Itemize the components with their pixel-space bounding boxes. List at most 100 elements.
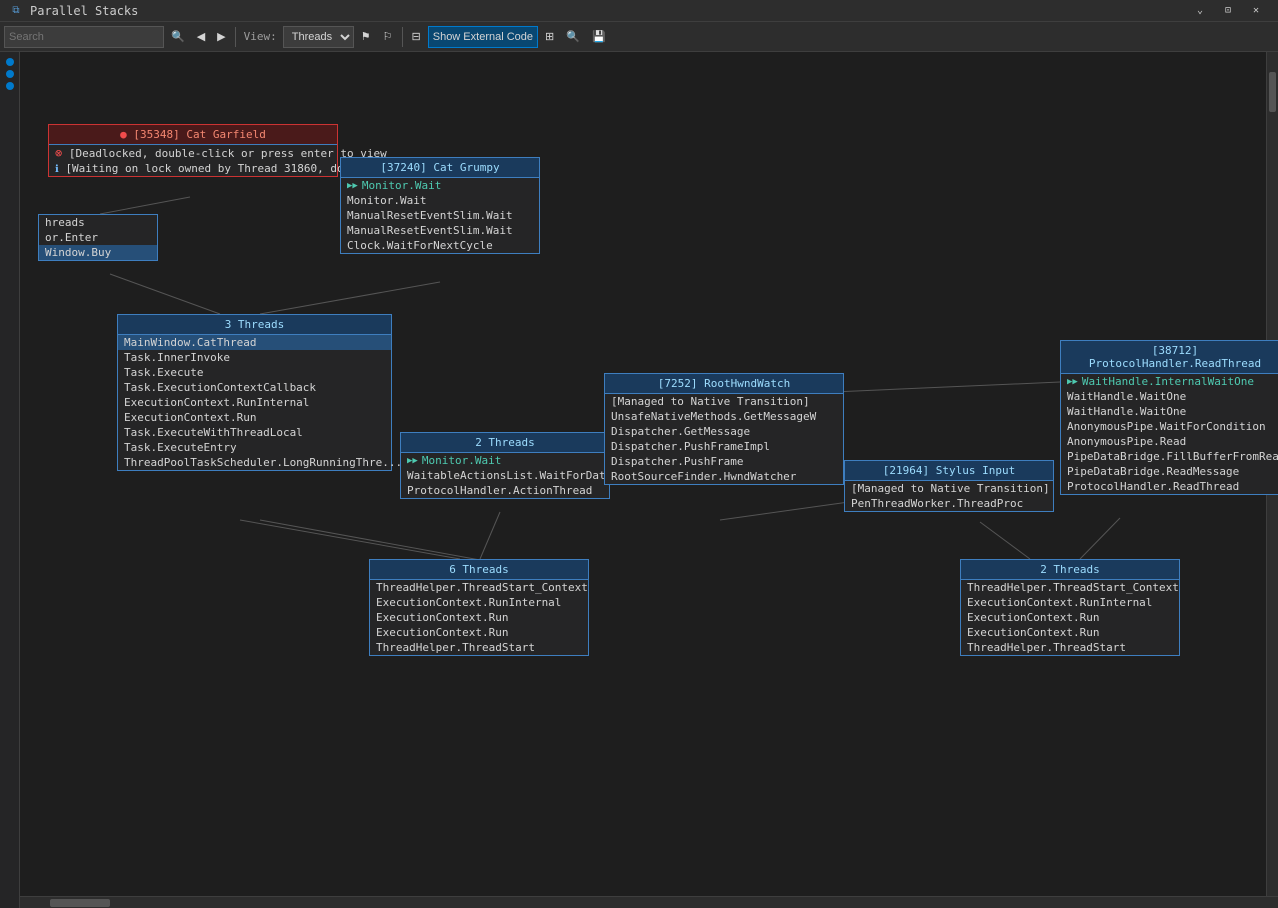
active-indicator-2: ▶▶ (407, 456, 418, 466)
cat-grumpy-row-2: Monitor.Wait (341, 193, 539, 208)
horizontal-scrollbar-thumb[interactable] (50, 899, 110, 907)
save-button[interactable]: 💾 (587, 26, 611, 48)
close-button[interactable]: ✕ (1242, 0, 1270, 22)
six-threads-row-2: ExecutionContext.RunInternal (370, 595, 588, 610)
root-hwnd-watch-row-2: UnsafeNativeMethods.GetMessageW (605, 409, 843, 424)
deadlock-row-1: ⊗ [Deadlocked, double-click or press ent… (49, 145, 337, 161)
three-threads-header: 3 Threads (118, 315, 391, 335)
three-threads-row-9: ThreadPoolTaskScheduler.LongRunningThre.… (118, 455, 391, 470)
root-hwnd-watch-row-4: Dispatcher.PushFrameImpl (605, 439, 843, 454)
stylus-input-row-1: [Managed to Native Transition] (845, 481, 1053, 496)
small-left-row-1: hreads (39, 215, 157, 230)
six-threads-row-1: ThreadHelper.ThreadStart_Context (370, 580, 588, 595)
deadlock-header: ● [35348] Cat Garfield (49, 125, 337, 145)
two-threads-right-row-1: ThreadHelper.ThreadStart_Context (961, 580, 1179, 595)
six-threads-row-3: ExecutionContext.Run (370, 610, 588, 625)
root-hwnd-watch-node[interactable]: [7252] RootHwndWatch [Managed to Native … (604, 373, 844, 485)
small-left-row-3: Window.Buy (39, 245, 157, 260)
title-bar: ⧉ Parallel Stacks ⌄ ⊡ ✕ (0, 0, 1278, 22)
left-gutter (0, 52, 20, 908)
two-threads-right-row-4: ExecutionContext.Run (961, 625, 1179, 640)
stylus-input-node[interactable]: [21964] Stylus Input [Managed to Native … (844, 460, 1054, 512)
cat-grumpy-header: [37240] Cat Grumpy (341, 158, 539, 178)
prev-button[interactable]: ◀ (192, 26, 210, 48)
active-indicator-3: ▶▶ (1067, 377, 1078, 387)
two-threads-right-header: 2 Threads (961, 560, 1179, 580)
small-left-node[interactable]: hreads or.Enter Window.Buy (38, 214, 158, 261)
view-select[interactable]: Threads Tasks (283, 26, 354, 48)
three-threads-node[interactable]: 3 Threads MainWindow.CatThread Task.Inne… (117, 314, 392, 471)
two-threads-right-node[interactable]: 2 Threads ThreadHelper.ThreadStart_Conte… (960, 559, 1180, 656)
separator-1 (235, 27, 236, 47)
multi-frame-button[interactable]: ⊞ (540, 26, 559, 48)
active-indicator: ▶▶ (347, 181, 358, 191)
deadlock-row-2: ℹ [Waiting on lock owned by Thread 31860… (49, 161, 337, 176)
protocol-handler-row-8: ProtocolHandler.ReadThread (1061, 479, 1278, 494)
horizontal-scrollbar[interactable] (20, 896, 1278, 908)
cat-grumpy-row-1: ▶▶Monitor.Wait (341, 178, 539, 193)
three-threads-row-3: Task.Execute (118, 365, 391, 380)
protocol-handler-node[interactable]: [38712] ProtocolHandler.ReadThread ▶▶Wai… (1060, 340, 1278, 495)
gutter-dot-1 (6, 58, 14, 66)
protocol-handler-row-4: AnonymousPipe.WaitForCondition (1061, 419, 1278, 434)
three-threads-row-2: Task.InnerInvoke (118, 350, 391, 365)
stylus-input-header: [21964] Stylus Input (845, 461, 1053, 481)
view-label: View: (244, 30, 277, 43)
root-hwnd-watch-row-1: [Managed to Native Transition] (605, 394, 843, 409)
two-threads-left-node[interactable]: 2 Threads ▶▶Monitor.Wait WaitableActions… (400, 432, 610, 499)
six-threads-header: 6 Threads (370, 560, 588, 580)
three-threads-row-5: ExecutionContext.RunInternal (118, 395, 391, 410)
error-icon-1: ⊗ (55, 146, 62, 160)
two-threads-right-row-3: ExecutionContext.Run (961, 610, 1179, 625)
search-input[interactable] (4, 26, 164, 48)
six-threads-row-5: ThreadHelper.ThreadStart (370, 640, 588, 655)
flag-button[interactable]: ⚐ (378, 26, 398, 48)
filter-button[interactable]: ⚑ (356, 26, 376, 48)
gutter-dot-2 (6, 70, 14, 78)
toolbar: 🔍 ◀ ▶ View: Threads Tasks ⚑ ⚐ ⊟ Show Ext… (0, 22, 1278, 52)
root-hwnd-watch-row-3: Dispatcher.GetMessage (605, 424, 843, 439)
search2-button[interactable]: 🔍 (561, 26, 585, 48)
next-button[interactable]: ▶ (212, 26, 230, 48)
protocol-handler-row-1: ▶▶WaitHandle.InternalWaitOne (1061, 374, 1278, 389)
frame-toggle-button[interactable]: ⊟ (407, 26, 426, 48)
separator-2 (402, 27, 403, 47)
root-hwnd-watch-header: [7252] RootHwndWatch (605, 374, 843, 394)
maximize-button[interactable]: ⊡ (1214, 0, 1242, 22)
main-area: ● [35348] Cat Garfield ⊗ [Deadlocked, do… (0, 52, 1278, 908)
minimize-button[interactable]: ⌄ (1186, 0, 1214, 22)
search-icon-button[interactable]: 🔍 (166, 26, 190, 48)
protocol-handler-row-5: AnonymousPipe.Read (1061, 434, 1278, 449)
protocol-handler-row-3: WaitHandle.WaitOne (1061, 404, 1278, 419)
root-hwnd-watch-row-6: RootSourceFinder.HwndWatcher (605, 469, 843, 484)
three-threads-row-6: ExecutionContext.Run (118, 410, 391, 425)
canvas: ● [35348] Cat Garfield ⊗ [Deadlocked, do… (20, 52, 1278, 908)
two-threads-left-row-2: WaitableActionsList.WaitForData (401, 468, 609, 483)
root-hwnd-watch-row-5: Dispatcher.PushFrame (605, 454, 843, 469)
three-threads-row-8: Task.ExecuteEntry (118, 440, 391, 455)
gutter-dot-3 (6, 82, 14, 90)
vertical-scrollbar-thumb[interactable] (1269, 72, 1276, 112)
three-threads-row-4: Task.ExecutionContextCallback (118, 380, 391, 395)
six-threads-node[interactable]: 6 Threads ThreadHelper.ThreadStart_Conte… (369, 559, 589, 656)
stylus-input-row-2: PenThreadWorker.ThreadProc (845, 496, 1053, 511)
deadlock-title: [35348] Cat Garfield (133, 128, 265, 141)
cat-grumpy-node[interactable]: [37240] Cat Grumpy ▶▶Monitor.Wait Monito… (340, 157, 540, 254)
app-icon: ⧉ (8, 3, 24, 19)
six-threads-row-4: ExecutionContext.Run (370, 625, 588, 640)
protocol-handler-row-6: PipeDataBridge.FillBufferFromReadPipe (1061, 449, 1278, 464)
show-external-code-label: Show External Code (433, 31, 533, 43)
two-threads-right-row-2: ExecutionContext.RunInternal (961, 595, 1179, 610)
three-threads-row-7: Task.ExecuteWithThreadLocal (118, 425, 391, 440)
protocol-handler-row-2: WaitHandle.WaitOne (1061, 389, 1278, 404)
info-icon-1: ℹ (55, 164, 59, 175)
cat-grumpy-row-4: ManualResetEventSlim.Wait (341, 223, 539, 238)
cat-grumpy-row-5: Clock.WaitForNextCycle (341, 238, 539, 253)
small-left-row-2: or.Enter (39, 230, 157, 245)
two-threads-right-row-5: ThreadHelper.ThreadStart (961, 640, 1179, 655)
show-external-code-button[interactable]: Show External Code (428, 26, 538, 48)
two-threads-left-row-1: ▶▶Monitor.Wait (401, 453, 609, 468)
deadlock-node[interactable]: ● [35348] Cat Garfield ⊗ [Deadlocked, do… (48, 124, 338, 177)
cat-grumpy-row-3: ManualResetEventSlim.Wait (341, 208, 539, 223)
two-threads-left-header: 2 Threads (401, 433, 609, 453)
